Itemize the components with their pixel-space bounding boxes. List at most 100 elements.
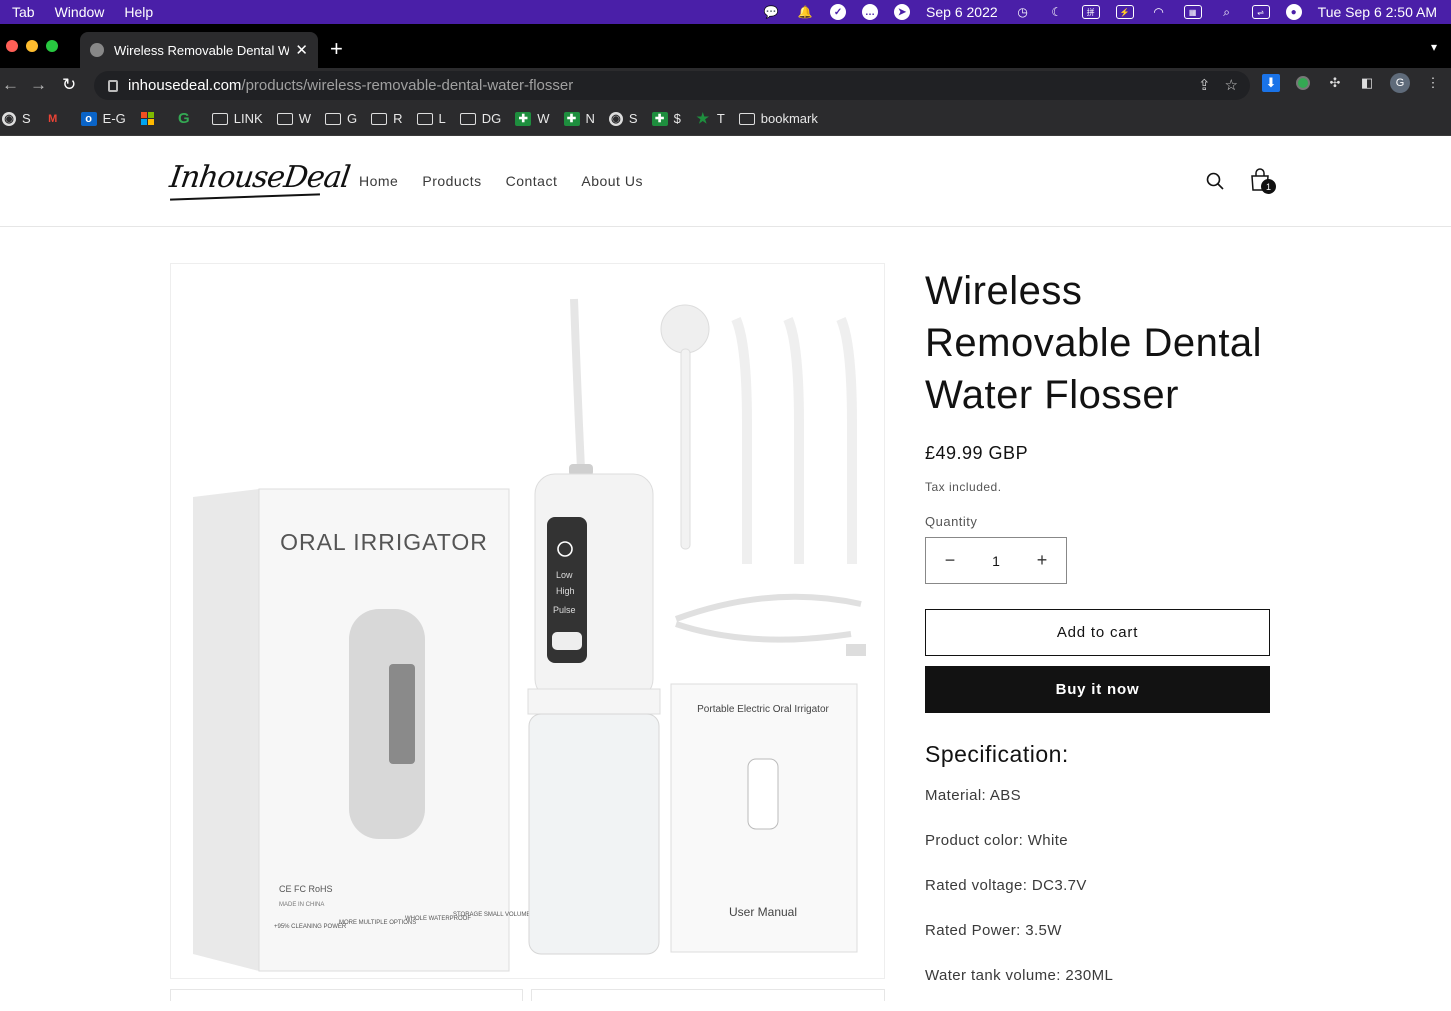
- product-price: £49.99 GBP: [925, 443, 1029, 463]
- spotlight-search-icon[interactable]: ⌕: [1218, 5, 1236, 19]
- menubar-clock[interactable]: Tue Sep 6 2:50 AM: [1318, 4, 1437, 20]
- history-clock-icon[interactable]: ◷: [1014, 5, 1032, 19]
- tab-close-icon[interactable]: ✕: [295, 41, 308, 59]
- window-close-button[interactable]: [6, 40, 18, 52]
- bookmark-item[interactable]: ✚ N: [563, 111, 595, 126]
- green-circle-extension-icon[interactable]: [1294, 74, 1312, 92]
- keyboard-icon[interactable]: ▦: [1183, 5, 1202, 19]
- tab-search-chevron-icon[interactable]: ▾: [1431, 40, 1437, 54]
- forward-arrow-icon[interactable]: →: [30, 75, 47, 95]
- gallery-thumbnail[interactable]: [531, 989, 885, 1001]
- menu-window[interactable]: Window: [55, 4, 105, 20]
- buy-it-now-button[interactable]: Buy it now: [925, 666, 1270, 713]
- bookmark-item[interactable]: ◉ S: [608, 111, 638, 126]
- spec-material: Material: ABS: [925, 787, 1022, 804]
- window-zoom-button[interactable]: [46, 40, 58, 52]
- increase-quantity-button[interactable]: +: [1036, 550, 1048, 571]
- specification-heading: Specification:: [925, 741, 1069, 767]
- water-flosser-product-illustration: ORAL IRRIGATOR CE FC RoHS MADE IN CHINA …: [193, 298, 866, 972]
- folder-icon: [459, 112, 476, 125]
- input-method-icon[interactable]: 拼: [1081, 5, 1100, 19]
- reload-icon[interactable]: ↻: [62, 75, 76, 95]
- store-header: InhouseDeal Home Products Contact About …: [0, 136, 1451, 227]
- browser-toolbar: ← → ↻ inhousedeal.com/products/wireless-…: [0, 68, 1451, 102]
- moon-icon[interactable]: ☾: [1048, 5, 1066, 19]
- store-logo[interactable]: InhouseDeal: [168, 160, 352, 195]
- nav-contact[interactable]: Contact: [506, 173, 558, 189]
- chat-icon[interactable]: …: [862, 4, 879, 20]
- bookmark-item[interactable]: G: [176, 110, 198, 127]
- puzzle-extensions-icon[interactable]: ✣: [1326, 74, 1344, 92]
- share-icon[interactable]: ⇪: [1198, 76, 1211, 94]
- mode-high-text: High: [556, 586, 575, 596]
- quantity-input[interactable]: 1: [992, 553, 1000, 569]
- lock-icon[interactable]: [108, 79, 118, 92]
- menubar-date[interactable]: Sep 6 2022: [926, 4, 998, 20]
- product-info: Wireless Removable Dental Water Flosser …: [925, 265, 1270, 1011]
- browser-tab[interactable]: Wireless Removable Dental Water Flosser …: [80, 32, 318, 68]
- add-to-cart-button[interactable]: Add to cart: [925, 609, 1270, 656]
- bookmark-item[interactable]: ★ T: [695, 110, 725, 126]
- bookmark-item[interactable]: o E-G: [80, 111, 126, 126]
- folder-icon: [324, 112, 341, 125]
- bookmark-folder[interactable]: bookmark: [738, 111, 818, 126]
- url-path: /products/wireless-removable-dental-wate…: [241, 77, 574, 94]
- spec-color: Product color: White: [925, 832, 1069, 849]
- side-panel-icon[interactable]: ◧: [1358, 74, 1376, 92]
- decrease-quantity-button[interactable]: −: [944, 550, 956, 571]
- bookmark-folder[interactable]: L: [416, 111, 446, 126]
- nav-about-us[interactable]: About Us: [581, 173, 643, 189]
- mode-pulse-text: Pulse: [553, 605, 576, 615]
- download-extension-icon[interactable]: ⬇: [1262, 74, 1280, 92]
- gallery-thumbnail[interactable]: [170, 989, 523, 1001]
- microsoft-icon: [140, 112, 156, 126]
- box-title-text: ORAL IRRIGATOR: [280, 529, 488, 555]
- bookmarks-bar: ◉ S M o E-G G LINK W G R L DG ✚ W ✚ N ◉ S ✚ $ …: [0, 102, 1451, 136]
- bookmark-item[interactable]: ◉ S: [2, 111, 31, 126]
- cart-count-badge[interactable]: 1: [1261, 179, 1276, 194]
- check-icon[interactable]: ✓: [830, 4, 847, 20]
- window-minimize-button[interactable]: [26, 40, 38, 52]
- wifi-icon[interactable]: ◠: [1150, 5, 1168, 19]
- menu-help[interactable]: Help: [124, 4, 153, 20]
- bookmark-folder[interactable]: W: [276, 111, 311, 126]
- notification-bell-icon[interactable]: 🔔: [796, 5, 814, 19]
- control-center-icon[interactable]: ⇌: [1251, 5, 1270, 19]
- bookmark-item[interactable]: ✚ $: [651, 111, 681, 126]
- bookmark-folder[interactable]: LINK: [211, 111, 263, 126]
- folder-icon: [416, 112, 433, 125]
- menu-tab[interactable]: Tab: [12, 4, 35, 20]
- new-tab-icon[interactable]: +: [330, 36, 343, 62]
- plus-icon: ✚: [651, 111, 668, 126]
- manual-footer-text: User Manual: [729, 905, 797, 919]
- url-host: inhousedeal.com: [128, 77, 242, 94]
- globe-icon: ◉: [2, 111, 16, 126]
- tab-favicon-icon: [90, 43, 104, 57]
- folder-icon: [276, 112, 293, 125]
- arrow-app-icon[interactable]: ➤: [894, 4, 911, 20]
- back-arrow-icon[interactable]: ←: [2, 75, 19, 95]
- bookmark-folder[interactable]: DG: [459, 111, 501, 126]
- address-bar[interactable]: inhousedeal.com/products/wireless-remova…: [94, 71, 1250, 100]
- box-marks-text: CE FC RoHS: [279, 884, 333, 894]
- bookmark-item[interactable]: M: [45, 112, 67, 126]
- battery-icon[interactable]: ⚡: [1115, 5, 1134, 19]
- search-icon[interactable]: [1206, 172, 1224, 190]
- box-feature-4: STORAGE SMALL VOLUME: [453, 912, 530, 918]
- bookmark-item[interactable]: ✚ W: [515, 111, 550, 126]
- quantity-stepper: − 1 +: [925, 537, 1067, 584]
- gmail-icon: M: [48, 112, 58, 125]
- profile-avatar[interactable]: G: [1390, 73, 1410, 93]
- wechat-icon[interactable]: 💬: [762, 5, 780, 19]
- tab-title: Wireless Removable Dental Water Flosser: [114, 42, 290, 58]
- bookmark-item[interactable]: [140, 112, 162, 126]
- browser-menu-icon[interactable]: ⋮: [1424, 74, 1442, 92]
- bookmark-folder[interactable]: R: [371, 111, 403, 126]
- bookmark-folder[interactable]: G: [324, 111, 357, 126]
- nav-products[interactable]: Products: [422, 173, 481, 189]
- product-image[interactable]: ORAL IRRIGATOR CE FC RoHS MADE IN CHINA …: [170, 263, 885, 979]
- nav-home[interactable]: Home: [359, 173, 398, 189]
- bookmark-star-icon[interactable]: ☆: [1225, 76, 1238, 94]
- siri-icon[interactable]: ●: [1285, 4, 1302, 20]
- g-logo-icon: G: [177, 110, 190, 127]
